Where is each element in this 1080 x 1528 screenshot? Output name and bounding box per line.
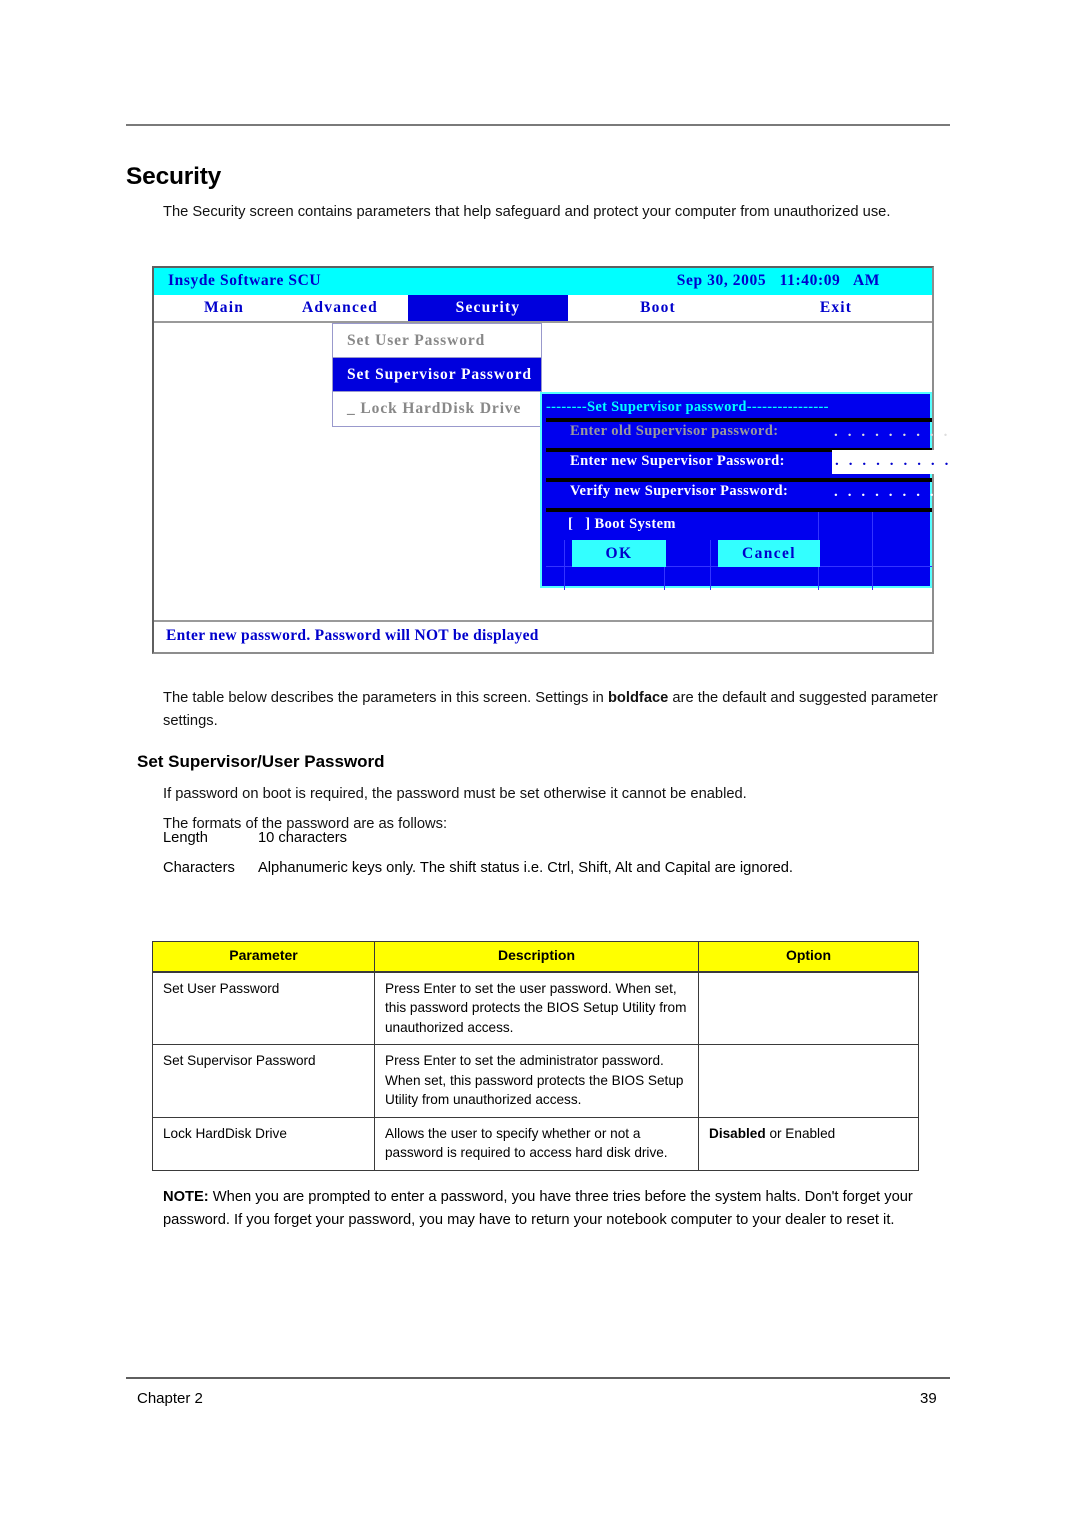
- note-block: NOTE: When you are prompted to enter a p…: [163, 1186, 953, 1233]
- cell-parameter: Set Supervisor Password: [152, 1044, 375, 1118]
- old-password-label: Enter old Supervisor password:: [570, 423, 779, 439]
- bios-setup-screenshot: Insyde Software SCU Sep 30, 2005 11:40:0…: [152, 266, 948, 654]
- cell-parameter: Lock HardDisk Drive: [152, 1116, 375, 1171]
- parameter-table: Parameter Description Option Set User Pa…: [152, 941, 919, 1171]
- column-header-option: Option: [698, 941, 919, 973]
- note-text: When you are prompted to enter a passwor…: [163, 1188, 913, 1229]
- old-password-row: Enter old Supervisor password: . . . . .…: [546, 418, 947, 448]
- characters-label: Characters: [163, 860, 235, 876]
- document-page: Security The Security screen contains pa…: [0, 0, 1080, 1528]
- table-intro-part1: The table below describes the parameters…: [163, 689, 608, 706]
- footer-page-number: 39: [920, 1390, 937, 1407]
- option-default: Disabled: [709, 1125, 766, 1141]
- dialog-title: --------Set Supervisor password---------…: [546, 399, 829, 415]
- ok-button[interactable]: OK: [572, 540, 666, 567]
- boot-system-row: [ ] Boot System: [546, 512, 932, 540]
- boot-system-checkbox[interactable]: [ ] Boot System: [568, 516, 676, 533]
- new-password-label: Enter new Supervisor Password:: [570, 453, 785, 469]
- cell-option: [698, 971, 919, 1045]
- bios-app-name: Insyde Software SCU: [168, 272, 322, 289]
- submenu-item-set-user-password[interactable]: Set User Password: [333, 324, 541, 358]
- table-intro-boldface: boldface: [607, 689, 669, 706]
- intro-paragraph: The Security screen contains parameters …: [163, 203, 891, 220]
- note-label: NOTE:: [163, 1188, 209, 1205]
- verify-password-input[interactable]: . . . . . . . . .: [834, 484, 950, 501]
- tab-security[interactable]: Security: [408, 295, 568, 321]
- tab-advanced[interactable]: Advanced: [272, 295, 408, 321]
- column-header-parameter: Parameter: [152, 941, 375, 973]
- footer-chapter: Chapter 2: [137, 1390, 203, 1407]
- set-supervisor-password-dialog: --------Set Supervisor password---------…: [540, 392, 948, 590]
- table-row: Set User Password Press Enter to set the…: [152, 971, 919, 1045]
- verify-password-label: Verify new Supervisor Password:: [570, 483, 789, 499]
- section-heading: Set Supervisor/User Password: [137, 752, 385, 772]
- cell-description: Allows the user to specify whether or no…: [374, 1116, 699, 1171]
- password-boot-paragraph: If password on boot is required, the pas…: [163, 785, 747, 802]
- submenu-item-set-supervisor-password[interactable]: Set Supervisor Password: [333, 358, 541, 392]
- page-title: Security: [126, 163, 222, 191]
- new-password-row: Enter new Supervisor Password: . . . . .…: [546, 448, 948, 478]
- verify-password-row: Verify new Supervisor Password: . . . . …: [546, 478, 947, 508]
- table-intro-paragraph: The table below describes the parameters…: [163, 687, 955, 733]
- bios-clock: Sep 30, 2005 11:40:09 AM: [676, 272, 880, 289]
- footer-rule: [126, 1377, 950, 1379]
- cell-description: Press Enter to set the user password. Wh…: [374, 971, 699, 1045]
- bios-titlebar: Insyde Software SCU Sep 30, 2005 11:40:0…: [154, 268, 932, 295]
- bios-status-text: Enter new password. Password will NOT be…: [166, 627, 539, 644]
- cancel-button[interactable]: Cancel: [718, 540, 820, 567]
- table-row: Set Supervisor Password Press Enter to s…: [152, 1044, 919, 1118]
- tab-exit[interactable]: Exit: [748, 295, 924, 321]
- header-rule: [126, 124, 950, 126]
- cell-option: Disabled or Enabled: [698, 1116, 919, 1171]
- tab-boot[interactable]: Boot: [568, 295, 748, 321]
- characters-value: Alphanumeric keys only. The shift status…: [258, 860, 793, 876]
- bios-statusbar: Enter new password. Password will NOT be…: [154, 620, 932, 652]
- cell-parameter: Set User Password: [152, 971, 375, 1045]
- new-password-value: . . . . . . . . .: [835, 453, 952, 469]
- length-label: Length: [163, 830, 208, 846]
- submenu-item-lock-harddisk-drive[interactable]: _ Lock HardDisk Drive: [333, 392, 541, 426]
- length-value: 10 characters: [258, 830, 347, 846]
- table-row: Lock HardDisk Drive Allows the user to s…: [152, 1116, 919, 1171]
- bios-menubar: Main Advanced Security Boot Exit: [154, 295, 932, 323]
- tab-main[interactable]: Main: [176, 295, 272, 321]
- security-submenu: Set User Password Set Supervisor Passwor…: [332, 323, 542, 427]
- dialog-button-row: OK Cancel: [546, 540, 932, 570]
- table-header-row: Parameter Description Option: [152, 941, 919, 973]
- option-rest: or Enabled: [765, 1125, 836, 1141]
- column-header-description: Description: [374, 941, 699, 973]
- cell-option: [698, 1044, 919, 1118]
- cell-description: Press Enter to set the administrator pas…: [374, 1044, 699, 1118]
- old-password-input[interactable]: . . . . . . . . .: [834, 424, 950, 441]
- new-password-input[interactable]: . . . . . . . . .: [832, 450, 948, 474]
